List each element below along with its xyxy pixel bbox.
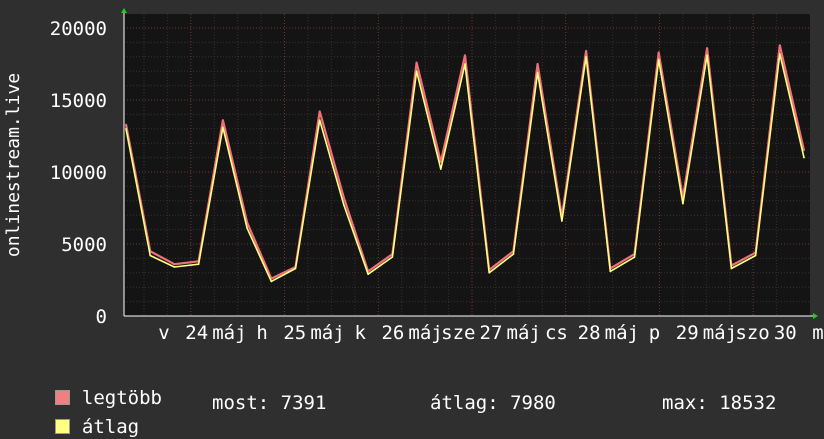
legend-swatch-atlag — [54, 419, 70, 434]
data-point — [343, 204, 345, 206]
y-axis-arrow — [121, 8, 127, 13]
data-point — [512, 253, 515, 255]
data-point — [464, 63, 466, 65]
data-point — [125, 123, 127, 126]
x-tick-labels: v 24 máj h 25 máj k 26 májsze 27 máj cs 28 máj p 29 májs… — [158, 322, 823, 344]
traffic-chart: 05000100001500020000 v 24 máj h 25 máj k 26 májs… — [3, 8, 824, 344]
data-point — [246, 227, 248, 229]
data-point — [270, 280, 273, 283]
data-point — [415, 61, 418, 64]
data-point — [415, 70, 418, 72]
x-tick-label: máj — [507, 322, 541, 344]
y-tick-labels: 0 5000 10000 15000 20000 — [50, 18, 107, 328]
data-point — [222, 119, 224, 121]
data-point — [706, 47, 708, 49]
x-tick-label: 25 — [283, 322, 306, 344]
data-point — [488, 272, 491, 274]
data-point — [367, 273, 369, 276]
data-point — [657, 58, 660, 61]
x-tick-label: cs — [545, 322, 568, 344]
data-point — [391, 256, 394, 258]
x-tick-label: m — [812, 322, 823, 344]
x-tick-label: 24 — [185, 322, 208, 344]
y-tick-label: 5000 — [61, 234, 107, 256]
data-point — [149, 254, 152, 257]
x-axis-arrow — [813, 313, 818, 319]
x-tick-label: szo — [735, 322, 769, 344]
x-tick-label: 30 — [774, 322, 797, 344]
data-point — [173, 263, 176, 265]
data-point — [294, 267, 297, 270]
stat-average: átlag: 7980 — [430, 392, 556, 414]
y-axis-label: onlinestream.live — [3, 73, 24, 257]
x-tick-label: sze — [441, 322, 475, 344]
legend-label-atlag: átlag — [81, 416, 140, 438]
y-tick-label: 0 — [96, 306, 107, 328]
data-point — [585, 56, 587, 58]
data-point — [318, 119, 321, 121]
data-point — [536, 71, 539, 74]
data-point — [682, 202, 684, 205]
data-point — [778, 44, 781, 47]
data-point — [318, 110, 321, 113]
x-tick-label: p — [649, 322, 660, 344]
data-point — [536, 63, 539, 65]
data-point — [197, 263, 200, 265]
stat-current: most: 7391 — [212, 392, 327, 414]
x-tick-label: 27 — [480, 322, 503, 344]
data-point — [561, 220, 563, 222]
x-tick-label: máj — [605, 322, 639, 344]
y-tick-label: 15000 — [50, 90, 107, 112]
data-point — [609, 270, 612, 273]
data-point — [706, 54, 708, 57]
data-point — [803, 149, 805, 152]
data-point — [439, 161, 442, 163]
x-tick-label: 28 — [578, 322, 601, 344]
data-point — [633, 256, 636, 258]
y-tick-label: 20000 — [50, 18, 107, 40]
data-point — [657, 51, 660, 54]
data-point — [778, 53, 781, 55]
data-point — [464, 54, 466, 57]
data-point — [173, 266, 176, 268]
data-point — [125, 128, 127, 130]
data-point — [222, 126, 224, 129]
data-point — [343, 197, 345, 199]
legend-item-atlag: átlag — [32, 391, 139, 438]
data-point — [754, 254, 757, 257]
x-tick-label: máj — [703, 322, 737, 344]
x-tick-label: 26 — [381, 322, 404, 344]
data-point — [803, 156, 805, 159]
x-tick-label: máj — [408, 322, 442, 344]
x-tick-label: máj — [212, 322, 246, 344]
data-point — [585, 50, 587, 52]
y-tick-label: 10000 — [50, 162, 107, 184]
data-point — [730, 267, 733, 270]
x-tick-label: h — [256, 322, 267, 344]
data-point — [439, 168, 442, 170]
legend-item-legtobb: legtöbb — [32, 362, 162, 409]
stat-max: max: 18532 — [662, 392, 777, 414]
x-tick-label: máj — [310, 322, 344, 344]
x-tick-label: 29 — [676, 322, 699, 344]
x-tick-label: k — [354, 322, 366, 344]
x-tick-label: v — [158, 322, 169, 344]
